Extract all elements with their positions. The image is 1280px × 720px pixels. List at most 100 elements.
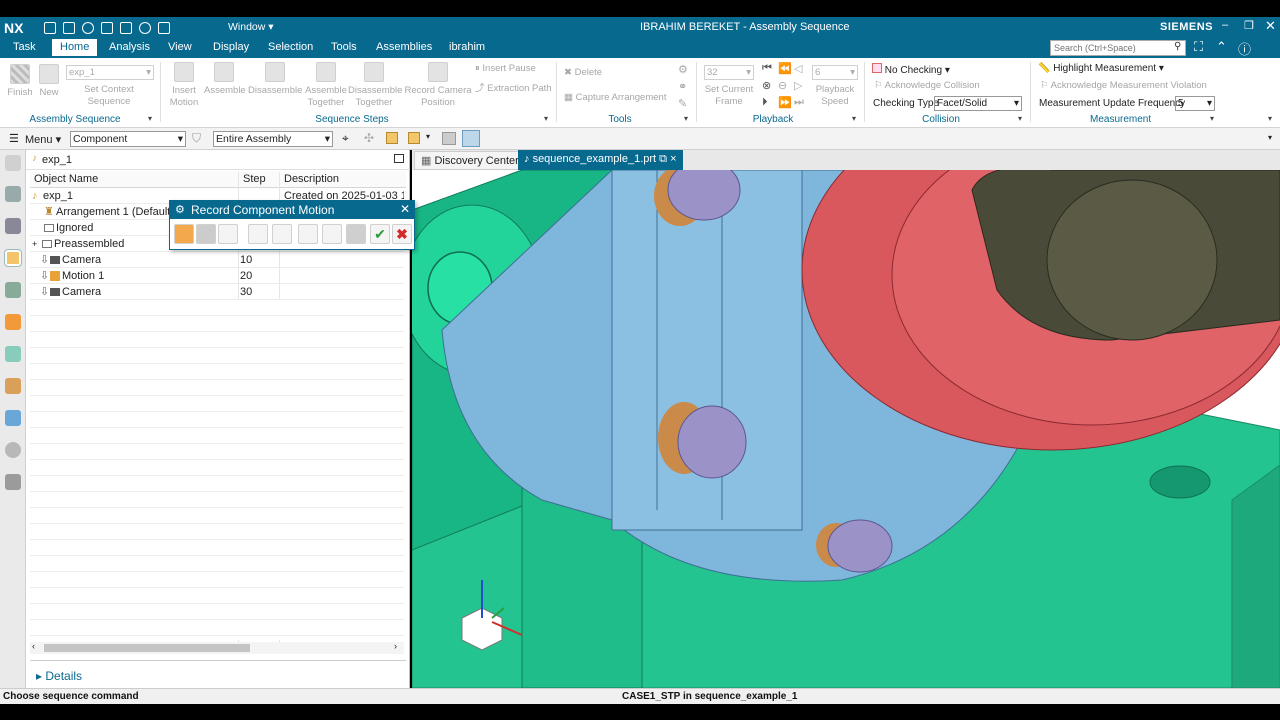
- system-materials-icon[interactable]: [5, 410, 21, 426]
- tab-sequence-example[interactable]: ♪ sequence_example_1.prt ⧉ ×: [518, 150, 683, 170]
- scroll-right-icon[interactable]: ›: [394, 641, 397, 651]
- menu-button[interactable]: Menu ▾: [25, 133, 61, 146]
- cancel-x-icon[interactable]: ✖: [392, 224, 412, 244]
- sequence-select[interactable]: exp_1 ▾: [66, 65, 154, 80]
- orient-icon[interactable]: [272, 224, 292, 244]
- tab-close-icon[interactable]: ×: [670, 153, 676, 165]
- insert-pause-button[interactable]: ⏸ Insert Pause: [475, 63, 536, 74]
- history-icon[interactable]: [5, 378, 21, 394]
- minimize-icon[interactable]: –: [1222, 19, 1228, 31]
- tool-icon-1[interactable]: ⚙: [678, 63, 688, 76]
- rewind-icon[interactable]: ⏮: [762, 62, 772, 75]
- insert-motion-button[interactable]: Insert Motion: [165, 62, 203, 109]
- hamburger-icon[interactable]: ☰: [9, 132, 19, 145]
- acknowledge-measurement-violation-button[interactable]: ⚐ Acknowledge Measurement Violation: [1040, 80, 1207, 91]
- assemble-button[interactable]: Assemble: [204, 62, 246, 97]
- fullscreen-icon[interactable]: ⛶: [1194, 39, 1203, 55]
- restore-icon[interactable]: ❐: [1244, 19, 1254, 32]
- frame-select[interactable]: 32 ▾: [704, 65, 754, 80]
- group-expand-icon[interactable]: ▾: [148, 114, 152, 123]
- settings-icon[interactable]: [5, 155, 21, 171]
- assembly-navigator-icon[interactable]: [5, 218, 21, 234]
- body-icon[interactable]: [442, 132, 456, 145]
- step-back-frame-icon[interactable]: ◁: [794, 62, 802, 75]
- tab-display[interactable]: Display: [213, 41, 249, 53]
- link-icon[interactable]: ⚭: [678, 80, 687, 93]
- tab-options-icon[interactable]: ⧉: [659, 153, 667, 165]
- step-back-icon[interactable]: ⏪: [778, 62, 792, 75]
- fast-forward-icon[interactable]: ⏩: [778, 96, 792, 109]
- group-expand-icon[interactable]: ▾: [852, 114, 856, 123]
- column-step[interactable]: Step: [243, 173, 266, 185]
- paint-icon[interactable]: [120, 22, 133, 35]
- scroll-left-icon[interactable]: ‹: [32, 641, 35, 651]
- tab-task[interactable]: Task: [13, 41, 36, 53]
- close-icon[interactable]: ✕: [1265, 18, 1276, 34]
- sequence-navigator-icon[interactable]: [4, 249, 22, 267]
- dialog-close-icon[interactable]: ✕: [400, 202, 410, 216]
- mic-icon[interactable]: [139, 22, 152, 35]
- tree-row[interactable]: ⇩ Motion 1 20: [30, 268, 404, 284]
- web-browser-icon[interactable]: [5, 346, 21, 362]
- step-forward-frame-icon[interactable]: ▷: [794, 79, 802, 92]
- tree-row[interactable]: ⇩ Camera 30: [30, 284, 404, 300]
- play-icon[interactable]: ⏵: [762, 96, 768, 109]
- tab-analysis[interactable]: Analysis: [109, 41, 150, 53]
- tab-ibrahim[interactable]: ibrahim: [449, 41, 485, 53]
- search-icon[interactable]: ⚲: [1174, 41, 1181, 52]
- tab-assemblies[interactable]: Assemblies: [376, 41, 432, 53]
- column-object-name[interactable]: Object Name: [34, 173, 98, 185]
- camera-icon[interactable]: [346, 224, 366, 244]
- set-current-frame-button[interactable]: Set Current Frame: [700, 84, 758, 108]
- expand-icon[interactable]: +: [32, 236, 37, 252]
- undo-icon[interactable]: [82, 22, 95, 35]
- dropdown-arrow-icon[interactable]: ▾: [426, 132, 430, 141]
- snap-icon[interactable]: ✣: [364, 131, 374, 145]
- scope-select[interactable]: Entire Assembly ▾: [213, 131, 333, 147]
- select-components-icon[interactable]: [174, 224, 194, 244]
- shaft-end[interactable]: [1046, 179, 1218, 341]
- base-hole[interactable]: [1149, 465, 1211, 499]
- select-tool-icon[interactable]: ⌖: [342, 131, 349, 146]
- graphics-window[interactable]: [412, 170, 1280, 688]
- search-input[interactable]: [1050, 40, 1186, 56]
- snap-handle-icon[interactable]: [248, 224, 268, 244]
- group-expand-icon[interactable]: ▾: [684, 114, 688, 123]
- playback-speed-button[interactable]: Playback Speed: [812, 84, 858, 108]
- move-object-icon[interactable]: [196, 224, 216, 244]
- checking-type-select[interactable]: Facet/Solid ▾: [934, 96, 1022, 111]
- tab-home[interactable]: Home: [52, 39, 98, 58]
- delete-button[interactable]: ✖ Delete: [564, 67, 602, 78]
- type-filter-select[interactable]: Component ▾: [70, 131, 186, 147]
- collision-icon[interactable]: [298, 224, 318, 244]
- group-expand-icon[interactable]: ▾: [1018, 114, 1022, 123]
- pen-icon[interactable]: ✎: [678, 97, 687, 110]
- disassemble-button[interactable]: Disassemble: [248, 62, 302, 97]
- new-sequence-button[interactable]: New: [36, 64, 62, 99]
- capture-arrangement-button[interactable]: ▦ Capture Arrangement: [564, 92, 666, 103]
- horizontal-scrollbar[interactable]: ‹ ›: [30, 641, 404, 654]
- tab-view[interactable]: View: [168, 41, 192, 53]
- scrollbar-thumb[interactable]: [44, 644, 250, 652]
- tab-selection[interactable]: Selection: [268, 41, 313, 53]
- maximize-icon[interactable]: [394, 154, 404, 163]
- print-icon[interactable]: [101, 22, 114, 35]
- speed-select[interactable]: 6 ▾: [812, 65, 858, 80]
- no-checking-dropdown[interactable]: No Checking ▾: [872, 63, 950, 76]
- ok-checkmark-icon[interactable]: ✔: [370, 224, 390, 244]
- add-component-icon[interactable]: [408, 132, 420, 144]
- copy-icon[interactable]: [322, 224, 342, 244]
- constraint-navigator-icon[interactable]: [5, 282, 21, 298]
- touch-icon[interactable]: [158, 22, 171, 35]
- move-handles-icon[interactable]: [218, 224, 238, 244]
- tree-row[interactable]: ⇩ Camera 10: [30, 252, 404, 268]
- pause-icon[interactable]: ⊖: [778, 79, 787, 92]
- tab-discovery-center[interactable]: ▦ Discovery Center: [414, 151, 526, 170]
- bolt-middle[interactable]: [677, 405, 747, 479]
- disassemble-together-button[interactable]: Disassemble Together: [348, 62, 402, 109]
- dialog-titlebar[interactable]: ⚙ Record Component Motion ✕: [170, 201, 414, 219]
- collapse-ribbon-icon[interactable]: ⌃: [1216, 39, 1227, 55]
- extraction-path-button[interactable]: ⤴ Extraction Path: [475, 80, 552, 94]
- ribbon-expand-icon[interactable]: ▾: [1268, 114, 1272, 123]
- filter-icon[interactable]: ⛉: [192, 131, 201, 146]
